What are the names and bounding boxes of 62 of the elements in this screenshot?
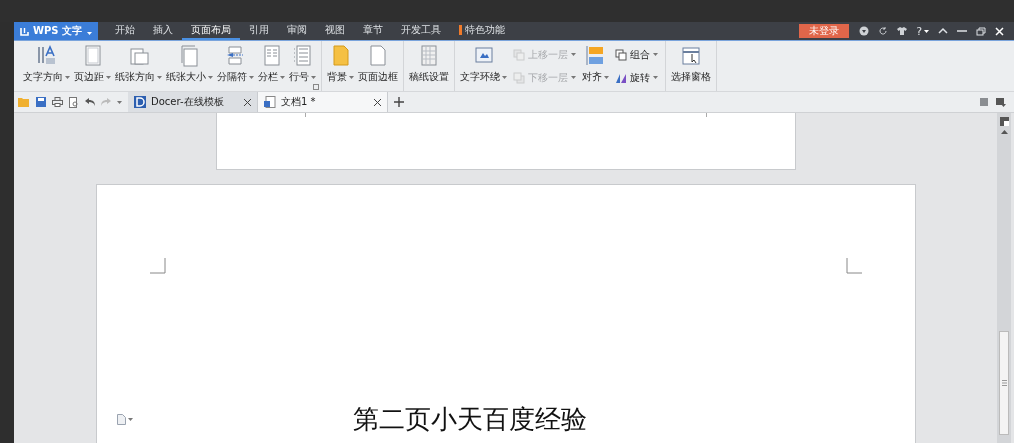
add-icon[interactable] [394,97,404,107]
scrollbar[interactable] [997,113,1011,443]
panel-icon[interactable] [996,97,1006,107]
restore-icon[interactable] [976,26,986,36]
ribbon-button[interactable]: 稿纸设置 [407,41,451,91]
caret-icon [117,100,122,104]
caret-icon [127,418,133,421]
shirt-icon[interactable] [897,26,908,36]
document-icon[interactable] [116,414,126,425]
close-icon[interactable] [244,98,251,106]
print-icon[interactable] [52,97,63,107]
menu-tab[interactable]: 开发工具 [392,22,450,40]
menu-tab[interactable]: 开始 [106,22,144,40]
d-logo-icon [134,96,146,108]
ribbon-button[interactable]: 文字方向 [21,41,72,91]
ribbon-button[interactable]: 分隔符 [215,41,256,91]
ribbon-button[interactable]: 旋转 [613,69,660,86]
minimize-icon[interactable] [957,27,967,35]
layers-icon [513,48,525,61]
ribbon-button[interactable]: 行号 [287,41,318,91]
corner-mark [149,258,166,274]
menu-tab[interactable]: 视图 [316,22,354,40]
collapse-icon[interactable] [938,27,948,35]
layers-icon [513,71,525,84]
circle-icon[interactable] [859,26,870,36]
ribbon-button[interactable]: 页面边框 [356,41,400,91]
menu-tab[interactable]: 插入 [144,22,182,40]
document-tab[interactable]: Docer-在线模板 [128,92,258,112]
refresh-icon[interactable] [878,26,889,36]
menu-tab[interactable]: 章节 [354,22,392,40]
document-icon [264,96,276,108]
document-heading: 第二页小天百度经验 [352,403,587,436]
ribbon-button[interactable]: 纸张大小 [164,41,215,91]
save-icon[interactable] [36,97,46,107]
ribbon-button[interactable]: 选择窗格 [669,41,713,91]
preview-icon[interactable] [69,96,79,108]
pane-icon [679,44,703,67]
marker-icon [459,25,462,35]
ribbon-button[interactable]: 文字环绕 [458,41,509,91]
menu-tab[interactable]: 引用 [240,22,278,40]
undo-icon[interactable] [85,98,95,106]
app-menu-button[interactable]: WPS 文字 [14,22,98,40]
ribbon-button[interactable]: 背景 [325,41,356,91]
document-tab[interactable]: 文档1 * [258,92,388,112]
caret-icon [87,31,92,35]
close-icon[interactable] [374,98,381,106]
ribbon-button[interactable]: 分栏 [256,41,287,91]
ribbon-button[interactable]: 对齐 [580,41,611,91]
ribbon-button[interactable]: 页边距 [72,41,113,91]
menu-tab[interactable]: 审阅 [278,22,316,40]
logo-icon [20,26,29,36]
ribbon-button[interactable]: 纸张方向 [113,41,164,91]
ribbon-button[interactable]: 组合 [613,46,660,63]
grip-icon [1001,380,1007,386]
dialog-launcher-icon[interactable] [313,84,319,90]
up-arrow-icon[interactable] [1000,130,1008,134]
corner-mark [845,258,862,274]
caret-icon [924,29,929,33]
group-icon [615,48,627,61]
help-button[interactable]: ? [916,24,929,38]
menu-tab[interactable]: 特色功能 [450,22,514,40]
pane-icon[interactable] [999,117,1009,126]
